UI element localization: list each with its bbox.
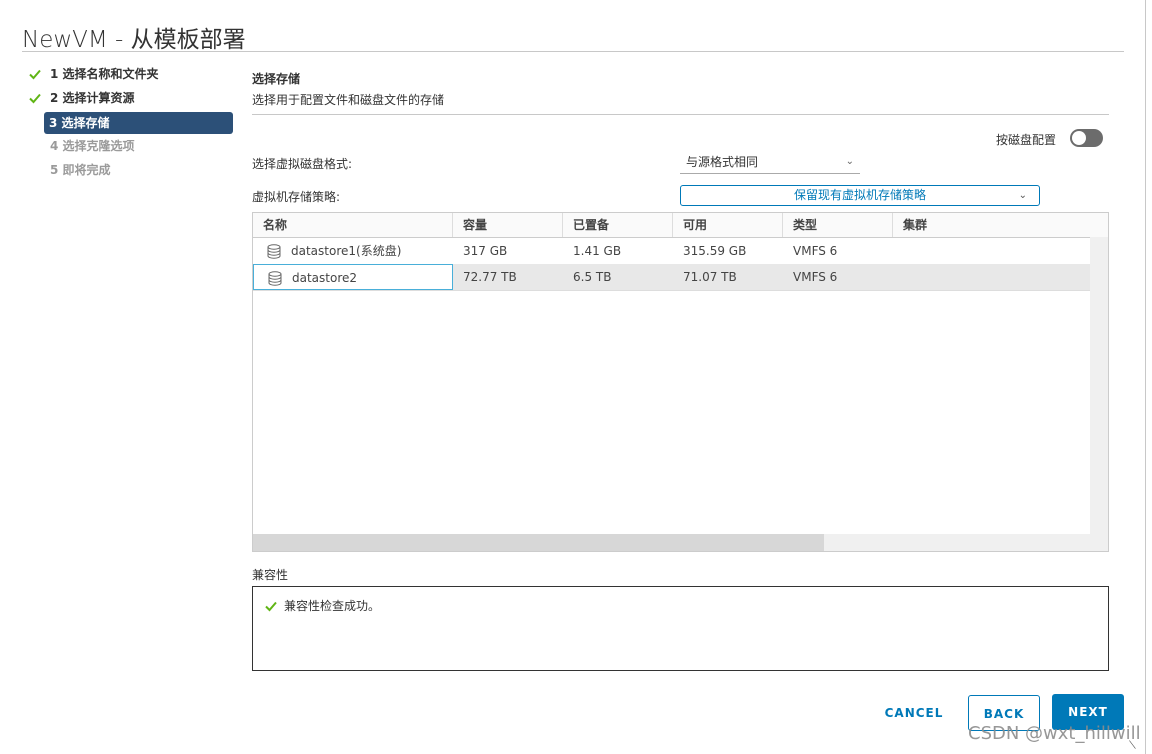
datastore-icon	[268, 271, 282, 286]
section-subtitle: 选择用于配置文件和磁盘文件的存储	[252, 93, 445, 107]
column-header-free[interactable]: 可用	[673, 213, 783, 237]
column-header-type[interactable]: 类型	[783, 213, 893, 237]
row-free: 71.07 TB	[683, 270, 737, 284]
checkmark-icon	[29, 69, 41, 80]
step-1[interactable]: 1 选择名称和文件夹	[28, 64, 234, 88]
datastore-icon	[267, 244, 281, 259]
storage-policy-label: 虚拟机存储策略:	[252, 190, 341, 204]
row-name-cell: datastore1(系统盘)	[253, 238, 453, 264]
table-row[interactable]: datastore1(系统盘) 317 GB 1.41 GB 315.59 GB…	[253, 238, 1090, 265]
step-label: 4 选择克隆选项	[50, 139, 135, 153]
column-header-provisioned[interactable]: 已置备	[563, 213, 673, 237]
row-capacity: 72.77 TB	[463, 270, 517, 284]
checkmark-icon	[29, 93, 41, 104]
row-name: datastore2	[292, 271, 358, 285]
storage-policy-value: 保留现有虚拟机存储策略	[793, 188, 926, 202]
row-type: VMFS 6	[793, 244, 838, 258]
table-row-selected[interactable]: datastore2 72.77 TB 6.5 TB 71.07 TB VMFS…	[253, 264, 1090, 291]
checkmark-icon	[265, 601, 277, 612]
row-cluster	[893, 264, 1090, 290]
row-cluster	[893, 238, 1090, 264]
chevron-down-icon: ⌄	[845, 156, 854, 167]
step-4: 4 选择克隆选项	[28, 136, 234, 160]
toggle-knob	[1072, 131, 1086, 145]
column-header-name[interactable]: 名称	[253, 213, 453, 237]
per-disk-toggle-label: 按磁盘配置	[996, 133, 1057, 147]
section-title: 选择存储	[252, 72, 301, 86]
row-capacity: 317 GB	[463, 244, 508, 258]
cancel-button[interactable]: CANCEL	[876, 695, 952, 731]
step-2[interactable]: 2 选择计算资源	[28, 88, 234, 112]
row-provisioned: 1.41 GB	[573, 244, 622, 258]
column-header-cluster[interactable]: 集群	[893, 213, 1108, 237]
title-divider	[22, 51, 1124, 52]
step-3-active[interactable]: 3 选择存储	[44, 112, 233, 134]
step-label: 2 选择计算资源	[50, 91, 135, 105]
disk-format-select[interactable]: 与源格式相同 ⌄	[680, 150, 860, 174]
step-label: 1 选择名称和文件夹	[50, 67, 159, 81]
storage-policy-select[interactable]: 保留现有虚拟机存储策略 ⌄	[680, 185, 1040, 206]
column-header-capacity[interactable]: 容量	[453, 213, 563, 237]
dialog-title: NewVM - 从模板部署	[22, 27, 246, 53]
datastore-grid: 名称 容量 已置备 可用 类型 集群 datastore1(系统盘) 317 G…	[252, 212, 1109, 552]
row-name: datastore1(系统盘)	[291, 244, 402, 258]
grid-header: 名称 容量 已置备 可用 类型 集群	[253, 213, 1108, 238]
section-divider	[252, 114, 1109, 115]
wizard-steps: 1 选择名称和文件夹 2 选择计算资源 3 选择存储 4 选择克隆选项 5 即将…	[28, 64, 234, 184]
compatibility-message: 兼容性检查成功。	[284, 599, 381, 613]
chevron-down-icon: ⌄	[1018, 190, 1027, 201]
disk-format-label: 选择虚拟磁盘格式:	[252, 157, 353, 171]
compatibility-title: 兼容性	[252, 568, 289, 582]
row-provisioned: 6.5 TB	[573, 270, 612, 284]
step-5: 5 即将完成	[28, 160, 234, 184]
horizontal-scrollbar-thumb[interactable]	[253, 534, 824, 551]
step-label: 3 选择存储	[49, 116, 110, 130]
disk-format-value: 与源格式相同	[686, 155, 759, 169]
per-disk-toggle[interactable]	[1070, 129, 1103, 147]
row-name-cell: datastore2	[253, 264, 453, 290]
row-type: VMFS 6	[793, 270, 838, 284]
vertical-scrollbar[interactable]	[1090, 237, 1108, 534]
compatibility-panel: 兼容性检查成功。	[252, 586, 1109, 671]
window-border	[1145, 0, 1146, 754]
step-label: 5 即将完成	[50, 163, 111, 177]
row-free: 315.59 GB	[683, 244, 747, 258]
watermark: CSDN @wxt_hillwill	[968, 723, 1141, 744]
